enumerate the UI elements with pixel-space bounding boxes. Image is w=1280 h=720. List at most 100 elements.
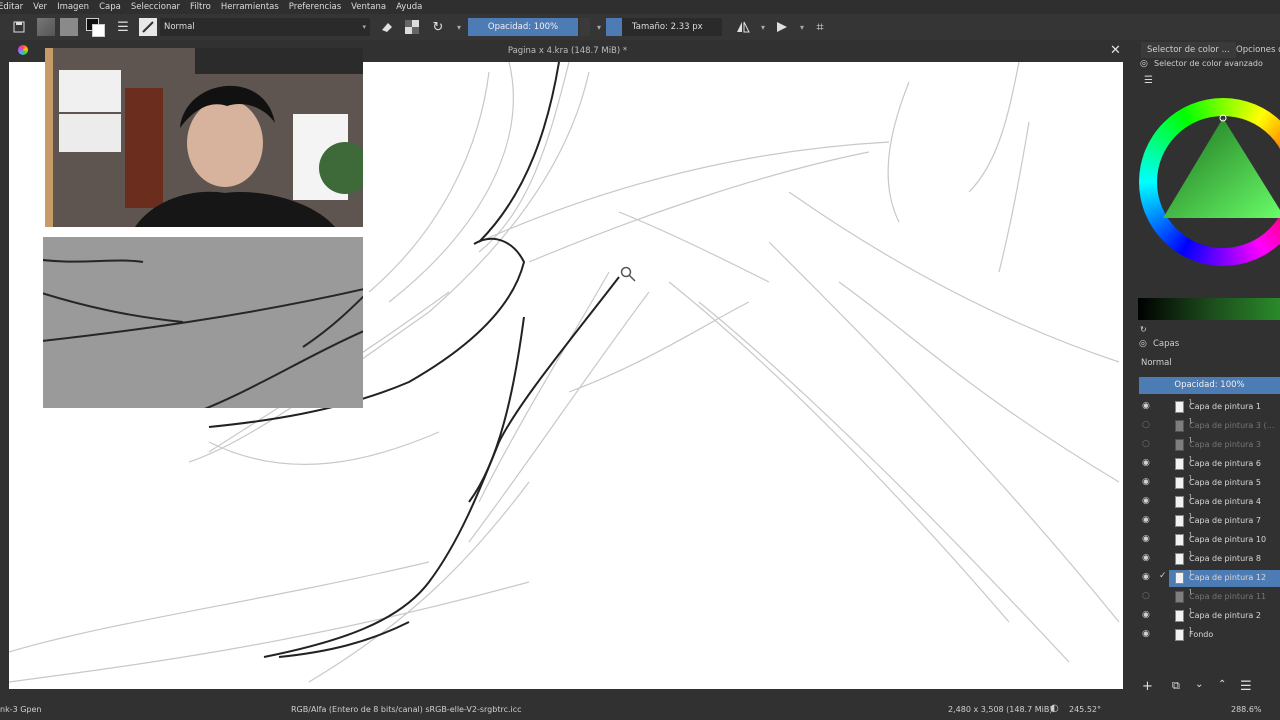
layer-name: Capa de pintura 4 bbox=[1189, 497, 1261, 506]
layer-row[interactable]: ◉ ʅ Capa de pintura 5 bbox=[1135, 473, 1280, 493]
right-dock: Selector de color ... Opciones de ◎ Sele… bbox=[1135, 40, 1280, 720]
eye-icon[interactable]: ◉ bbox=[1142, 401, 1150, 411]
layer-row[interactable]: ◉ ʅ Capa de pintura 10 bbox=[1135, 530, 1280, 550]
refresh-icon[interactable]: ↻ bbox=[1140, 325, 1147, 334]
layer-row[interactable]: ◉ ʅ Fondo bbox=[1135, 625, 1280, 645]
mirror-horizontal-icon[interactable] bbox=[734, 18, 752, 36]
layer-properties-icon[interactable]: ☰ bbox=[1240, 679, 1252, 694]
layer-row[interactable]: ○ ʅ Capa de pintura 3 (... bbox=[1135, 416, 1280, 436]
pattern-swatch[interactable] bbox=[60, 18, 78, 36]
status-brush: nk-3 Gpen bbox=[0, 705, 42, 714]
color-triangle[interactable] bbox=[1135, 98, 1280, 266]
eye-icon[interactable]: ○ bbox=[1142, 591, 1150, 601]
chevron-down-icon[interactable]: ▾ bbox=[754, 18, 772, 36]
color-history-strip[interactable] bbox=[1138, 298, 1280, 320]
alpha-lock-icon[interactable] bbox=[403, 18, 421, 36]
eye-icon[interactable]: ◉ bbox=[1142, 515, 1150, 525]
mirror-vertical-icon[interactable] bbox=[773, 18, 791, 36]
eye-icon[interactable]: ◉ bbox=[1142, 496, 1150, 506]
brush-presets-icon[interactable]: ☰ bbox=[114, 18, 132, 36]
layer-thumbnail bbox=[1175, 610, 1184, 622]
opacity-spinner[interactable] bbox=[580, 18, 590, 36]
layer-name: Capa de pintura 6 bbox=[1189, 459, 1261, 468]
reload-preset-icon[interactable]: ↻ bbox=[429, 18, 447, 36]
layer-thumbnail bbox=[1175, 553, 1184, 565]
brush-size-slider[interactable]: Tamaño: 2.33 px bbox=[606, 18, 722, 36]
close-icon[interactable]: ✕ bbox=[1110, 43, 1121, 58]
tab-options[interactable]: Opciones de bbox=[1230, 42, 1280, 58]
color-panel-icon: ◎ bbox=[1140, 59, 1148, 69]
menu-ver[interactable]: Ver bbox=[28, 2, 52, 12]
move-down-icon[interactable]: ⌄ bbox=[1195, 679, 1203, 690]
brush-preset-thumb[interactable] bbox=[139, 18, 157, 36]
layers-opacity-slider[interactable]: Opacidad: 100% bbox=[1139, 377, 1280, 394]
layer-row[interactable]: ◉ ✓ ʅ Capa de pintura 12 bbox=[1135, 568, 1280, 588]
move-up-icon[interactable]: ⌃ bbox=[1218, 679, 1226, 690]
menu-editar[interactable]: Editar bbox=[0, 2, 28, 12]
layers-title: Capas bbox=[1153, 339, 1180, 349]
eraser-icon[interactable] bbox=[378, 18, 396, 36]
menu-ventana[interactable]: Ventana bbox=[346, 2, 391, 12]
layers-blend-mode[interactable]: Normal bbox=[1141, 358, 1172, 368]
eye-icon[interactable]: ◉ bbox=[1142, 534, 1150, 544]
menu-preferencias[interactable]: Preferencias bbox=[284, 2, 346, 12]
layer-row[interactable]: ◉ ʅ Capa de pintura 8 bbox=[1135, 549, 1280, 569]
layer-row[interactable]: ○ ʅ Capa de pintura 11 bbox=[1135, 587, 1280, 607]
layer-row[interactable]: ◉ ʅ Capa de pintura 1 bbox=[1135, 397, 1280, 417]
layer-thumbnail bbox=[1175, 572, 1184, 584]
eye-icon[interactable]: ◉ bbox=[1142, 610, 1150, 620]
layer-thumbnail bbox=[1175, 401, 1184, 413]
gradient-swatch[interactable] bbox=[37, 18, 55, 36]
menu-herramientas[interactable]: Herramientas bbox=[216, 2, 284, 12]
webcam-overlay bbox=[45, 48, 363, 227]
save-icon[interactable] bbox=[10, 18, 28, 36]
layer-name: Capa de pintura 3 bbox=[1189, 440, 1261, 449]
menu-ayuda[interactable]: Ayuda bbox=[391, 2, 427, 12]
layer-name: Capa de pintura 10 bbox=[1189, 535, 1267, 544]
layer-thumbnail bbox=[1175, 477, 1184, 489]
size-fill bbox=[606, 18, 622, 36]
layer-thumbnail bbox=[1175, 515, 1184, 527]
layer-row[interactable]: ◉ ʅ Capa de pintura 4 bbox=[1135, 492, 1280, 512]
opacity-slider[interactable]: Opacidad: 100% bbox=[468, 18, 578, 36]
tool-options-bar: ☰ Normal ▾ ↻ ▾ Opacidad: 100% ▾ Tamaño: 2… bbox=[0, 14, 1280, 40]
layer-name: Fondo bbox=[1189, 630, 1214, 639]
reference-image-panel[interactable] bbox=[43, 237, 363, 408]
fg-bg-color-icon[interactable] bbox=[86, 18, 105, 37]
layer-name: Capa de pintura 11 bbox=[1189, 592, 1267, 601]
wrap-around-icon[interactable]: ⌗ bbox=[811, 18, 829, 36]
layer-name: Capa de pintura 2 bbox=[1189, 611, 1261, 620]
layer-list: ◉ ʅ Capa de pintura 1 ○ ʅ Capa de pintura 3 (… bbox=[1135, 397, 1280, 645]
eye-icon[interactable]: ◉ bbox=[1142, 572, 1150, 582]
blend-mode-select[interactable]: Normal ▾ bbox=[160, 18, 370, 36]
layer-row[interactable]: ◉ ʅ Capa de pintura 6 bbox=[1135, 454, 1280, 474]
settings-menu-icon[interactable]: ☰ bbox=[1144, 75, 1153, 86]
eye-icon[interactable]: ◉ bbox=[1142, 458, 1150, 468]
layer-row[interactable]: ◉ ʅ Capa de pintura 7 bbox=[1135, 511, 1280, 531]
menu-filtro[interactable]: Filtro bbox=[185, 2, 216, 12]
chevron-down-icon[interactable]: ▾ bbox=[793, 18, 811, 36]
eye-icon[interactable]: ○ bbox=[1142, 439, 1150, 449]
eye-icon[interactable]: ◉ bbox=[1142, 477, 1150, 487]
size-label: Tamaño: 2.33 px bbox=[632, 22, 703, 32]
layer-name: Capa de pintura 12 bbox=[1189, 573, 1267, 582]
menu-imagen[interactable]: Imagen bbox=[52, 2, 94, 12]
duplicate-layer-icon[interactable]: ⧉ bbox=[1172, 679, 1180, 693]
layers-panel-icon: ◎ bbox=[1139, 339, 1147, 349]
add-layer-icon[interactable]: + bbox=[1142, 679, 1153, 694]
layer-name: Capa de pintura 3 (... bbox=[1189, 421, 1275, 430]
tab-color-selector[interactable]: Selector de color ... bbox=[1141, 42, 1236, 58]
layer-thumbnail bbox=[1175, 458, 1184, 470]
layer-thumbnail bbox=[1175, 534, 1184, 546]
menu-seleccionar[interactable]: Seleccionar bbox=[126, 2, 185, 12]
chevron-down-icon[interactable]: ▾ bbox=[450, 18, 468, 36]
menu-bar: Editar Ver Imagen Capa Seleccionar Filtr… bbox=[0, 0, 1280, 14]
layer-thumbnail bbox=[1175, 591, 1184, 603]
layer-thumbnail bbox=[1175, 629, 1184, 641]
layer-row[interactable]: ○ ʅ Capa de pintura 3 bbox=[1135, 435, 1280, 455]
eye-icon[interactable]: ○ bbox=[1142, 420, 1150, 430]
menu-capa[interactable]: Capa bbox=[94, 2, 126, 12]
eye-icon[interactable]: ◉ bbox=[1142, 553, 1150, 563]
layer-row[interactable]: ◉ ʅ Capa de pintura 2 bbox=[1135, 606, 1280, 626]
eye-icon[interactable]: ◉ bbox=[1142, 629, 1150, 639]
